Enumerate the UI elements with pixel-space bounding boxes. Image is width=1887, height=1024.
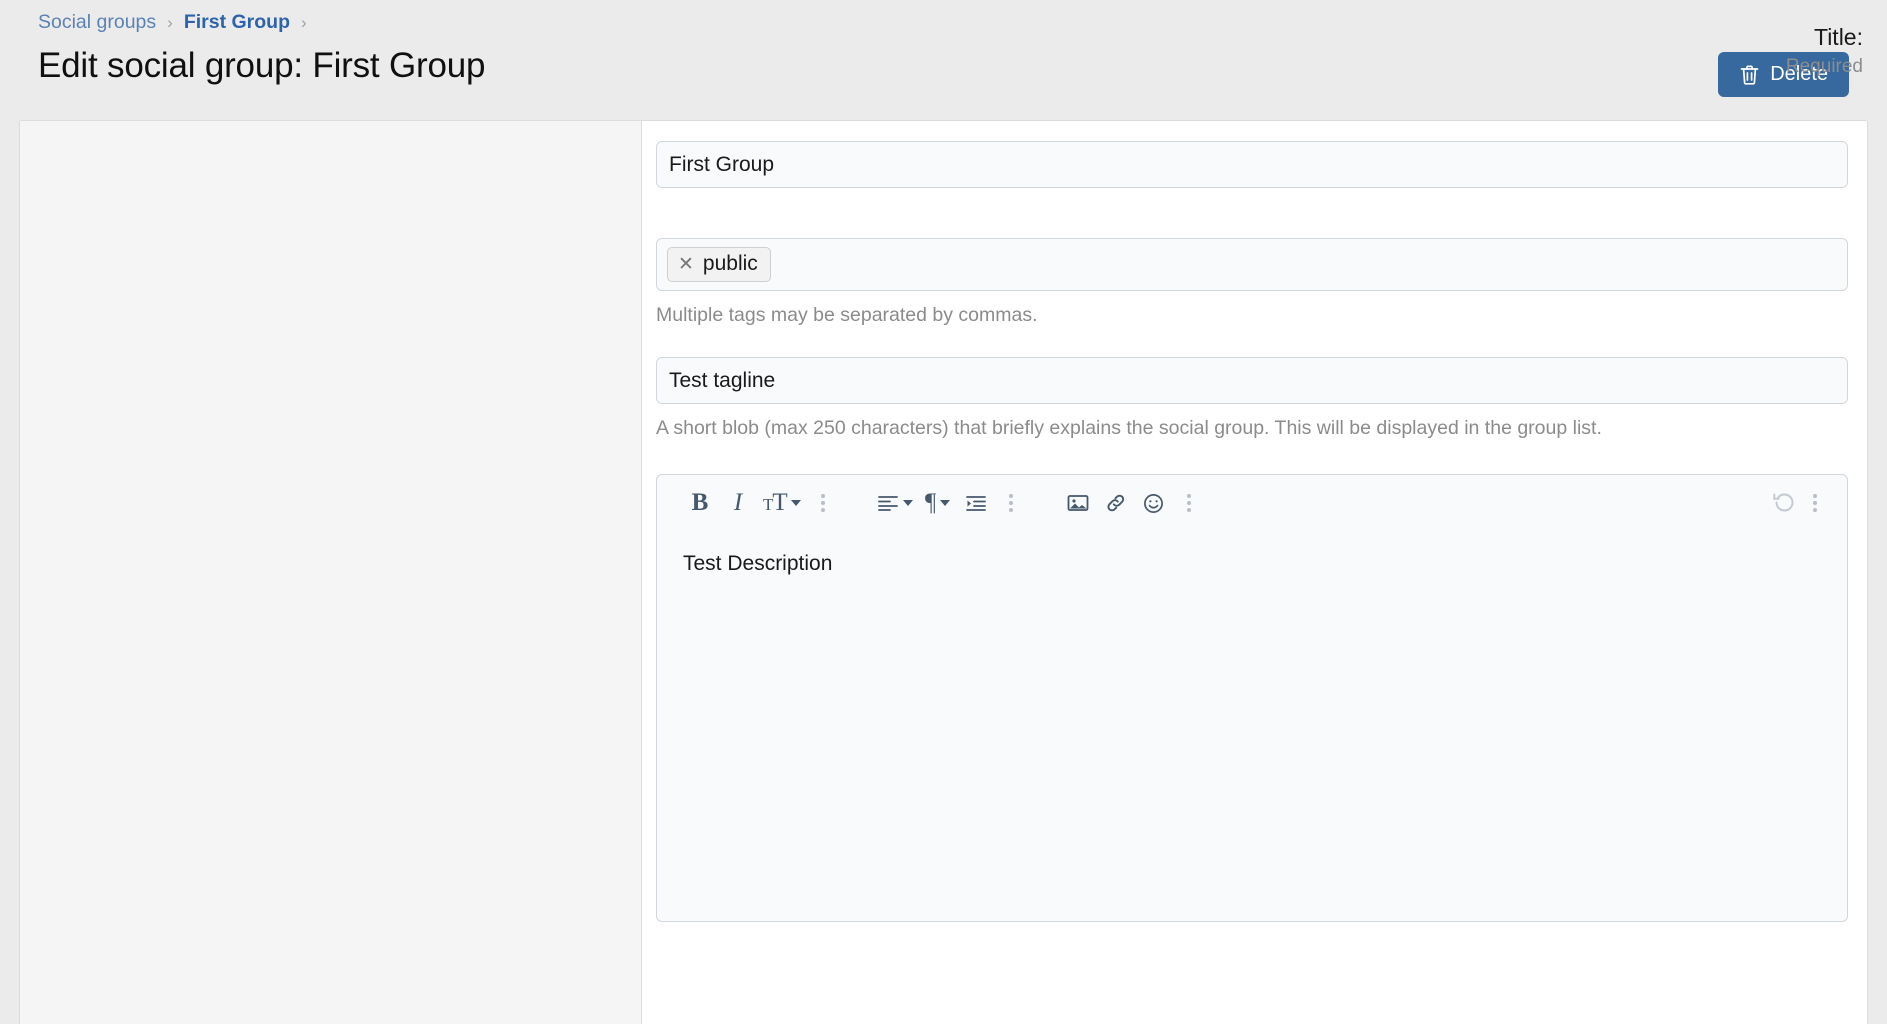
field-tags: ✕ public Multiple tags may be separated …: [656, 238, 1848, 327]
indent-icon[interactable]: [959, 484, 993, 522]
breadcrumb-item-social-groups[interactable]: Social groups: [38, 11, 156, 34]
form-label-column: Title: Required Tags: Group tagline: Req…: [20, 121, 642, 1024]
form-card: Title: Required Tags: Group tagline: Req…: [19, 120, 1868, 1024]
bold-icon[interactable]: B: [683, 484, 717, 522]
toolbar-group-paragraph: ¶: [873, 484, 1025, 522]
breadcrumb-item-first-group[interactable]: First Group: [184, 11, 290, 34]
group-tagline-help-text: A short blob (max 250 characters) that b…: [656, 416, 1848, 440]
form-field-column: ✕ public Multiple tags may be separated …: [642, 121, 1867, 1024]
overflow-menu-icon[interactable]: [809, 494, 837, 512]
rich-text-editor: B I TT: [656, 474, 1848, 922]
description-editor-body[interactable]: Test Description: [657, 531, 1847, 921]
remove-tag-icon[interactable]: ✕: [678, 255, 694, 274]
chevron-right-icon: ›: [167, 14, 173, 31]
italic-icon[interactable]: I: [721, 484, 755, 522]
link-icon[interactable]: [1099, 484, 1133, 522]
field-group-tagline: A short blob (max 250 characters) that b…: [656, 357, 1848, 440]
overflow-menu-icon[interactable]: [1801, 494, 1833, 512]
chevron-right-icon: ›: [301, 14, 307, 31]
tags-input[interactable]: ✕ public: [656, 238, 1848, 291]
title-input[interactable]: [656, 141, 1848, 188]
align-left-icon[interactable]: [873, 484, 917, 522]
field-title: [656, 141, 1848, 188]
tag-chip-public[interactable]: ✕ public: [667, 247, 771, 282]
tag-label: public: [703, 252, 758, 276]
paragraph-style-icon[interactable]: ¶: [921, 484, 955, 522]
overflow-menu-icon[interactable]: [1175, 494, 1203, 512]
undo-icon[interactable]: [1767, 484, 1801, 522]
field-description: B I TT: [656, 474, 1848, 922]
text-size-icon[interactable]: TT: [759, 484, 805, 522]
image-icon[interactable]: [1061, 484, 1095, 522]
emoji-icon[interactable]: [1137, 484, 1171, 522]
toolbar-group-insert: [1061, 484, 1203, 522]
tags-help-text: Multiple tags may be separated by commas…: [656, 303, 1848, 327]
editor-toolbar: B I TT: [657, 475, 1847, 531]
group-tagline-input[interactable]: [656, 357, 1848, 404]
overflow-menu-icon[interactable]: [997, 494, 1025, 512]
toolbar-group-text-format: B I TT: [683, 484, 837, 522]
